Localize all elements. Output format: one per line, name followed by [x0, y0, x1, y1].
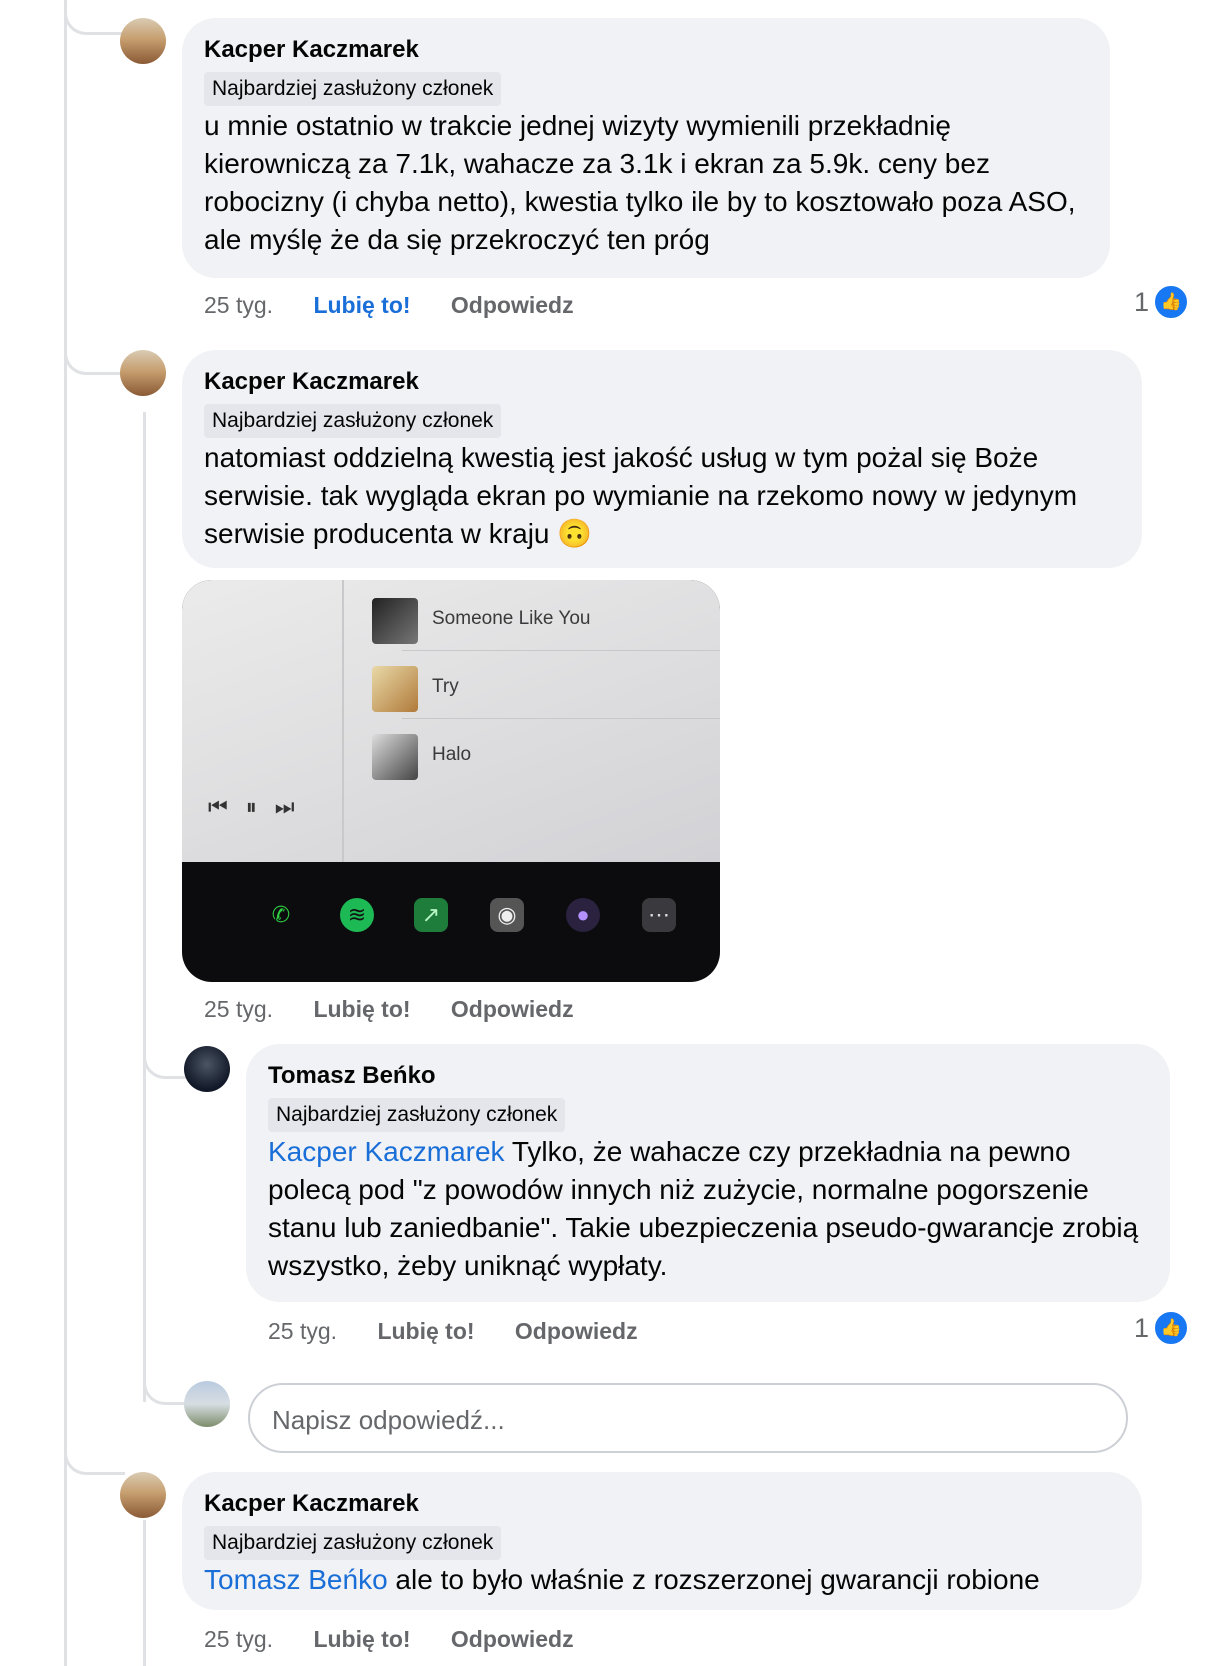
avatar[interactable]: [120, 18, 166, 64]
album-art: [372, 666, 418, 712]
reply-button[interactable]: Odpowiedz: [515, 1318, 638, 1344]
reaction-count-value: 1: [1134, 1312, 1150, 1343]
reply-button[interactable]: Odpowiedz: [451, 292, 574, 318]
more-icon: ⋯: [642, 898, 676, 932]
member-badge: Najbardziej zasłużony członek: [204, 1526, 502, 1560]
reaction-count[interactable]: 1 👍: [1134, 1310, 1190, 1346]
camera-icon: ◉: [490, 898, 524, 932]
reply-input-placeholder: Napisz odpowiedź...: [272, 1405, 505, 1435]
comment-actions: 25 tyg. Lubię to! Odpowiedz: [204, 996, 608, 1023]
song-title: Try: [432, 676, 459, 697]
thread-connector: [64, 1400, 125, 1475]
comment-text: Kacper Kaczmarek Tylko, że wahacze czy p…: [268, 1133, 1158, 1285]
comment-time[interactable]: 25 tyg.: [268, 1318, 337, 1344]
comment-actions: 25 tyg. Lubię to! Odpowiedz: [204, 292, 608, 319]
comment-text: natomiast oddzielną kwestią jest jakość …: [204, 442, 1078, 549]
comment-author[interactable]: Kacper Kaczmarek: [204, 1490, 419, 1518]
like-button[interactable]: Lubię to!: [313, 292, 410, 318]
song-item: Try: [362, 658, 702, 722]
comment-text: Tomasz Beńko ale to było właśnie z rozsz…: [204, 1561, 1124, 1599]
stocks-icon: ↗: [414, 898, 448, 932]
song-title: Someone Like You: [432, 608, 591, 629]
comment-author[interactable]: Tomasz Beńko: [268, 1062, 436, 1090]
thread-connector: [143, 1010, 186, 1079]
thread-connector: [64, 300, 125, 375]
song-item: Halo: [362, 726, 702, 790]
video-icon: ●: [566, 898, 600, 932]
phone-icon: ✆: [271, 902, 291, 927]
comment-author[interactable]: Kacper Kaczmarek: [204, 36, 419, 64]
thread-line-replies: [143, 412, 146, 1402]
comment-photo[interactable]: Someone Like You Try Halo ⏮⏸⏭ ✆ ≋ ↗ ◉ ● …: [182, 580, 720, 982]
mention-link[interactable]: Kacper Kaczmarek: [268, 1136, 505, 1167]
comment-body: ale to było właśnie z rozszerzonej gwara…: [387, 1564, 1040, 1595]
like-button[interactable]: Lubię to!: [313, 996, 410, 1022]
song-separator: [402, 650, 720, 651]
thumbs-up-icon: 👍: [1153, 1310, 1190, 1346]
avatar[interactable]: [120, 1472, 166, 1518]
comment-text: u mnie ostatnio w trakcie jednej wizyty …: [204, 110, 1076, 255]
reply-button[interactable]: Odpowiedz: [451, 1626, 574, 1652]
album-art: [372, 734, 418, 780]
reply-input[interactable]: Napisz odpowiedź...: [248, 1383, 1128, 1453]
reaction-count[interactable]: 1 👍: [1134, 284, 1190, 320]
avatar[interactable]: [120, 350, 166, 396]
comment-actions: 25 tyg. Lubię to! Odpowiedz: [268, 1318, 672, 1345]
comment-time[interactable]: 25 tyg.: [204, 996, 273, 1022]
album-art: [372, 598, 418, 644]
comment-time[interactable]: 25 tyg.: [204, 292, 273, 318]
reply-button[interactable]: Odpowiedz: [451, 996, 574, 1022]
thread-connector: [143, 1340, 186, 1405]
comment-time[interactable]: 25 tyg.: [204, 1626, 273, 1652]
mention-link[interactable]: Tomasz Beńko: [204, 1564, 388, 1595]
like-button[interactable]: Lubię to!: [313, 1626, 410, 1652]
song-title: Halo: [432, 744, 472, 765]
member-badge: Najbardziej zasłużony członek: [204, 72, 502, 106]
member-badge: Najbardziej zasłużony członek: [204, 404, 502, 438]
screen-divider: [342, 580, 344, 862]
member-badge: Najbardziej zasłużony członek: [268, 1098, 566, 1132]
thumbs-up-icon: 👍: [1153, 284, 1190, 320]
comment-author[interactable]: Kacper Kaczmarek: [204, 368, 419, 396]
reaction-count-value: 1: [1134, 286, 1150, 317]
thread-line-replies: [143, 1520, 146, 1666]
media-controls: ⏮⏸⏭: [208, 794, 313, 819]
current-user-avatar: [184, 1381, 230, 1427]
avatar[interactable]: [184, 1046, 230, 1092]
thread-connector: [64, 0, 125, 35]
like-button[interactable]: Lubię to!: [377, 1318, 474, 1344]
spotify-icon: ≋: [340, 898, 374, 932]
song-item: Someone Like You: [362, 590, 702, 654]
song-separator: [402, 718, 720, 719]
comment-actions: 25 tyg. Lubię to! Odpowiedz: [204, 1626, 608, 1653]
